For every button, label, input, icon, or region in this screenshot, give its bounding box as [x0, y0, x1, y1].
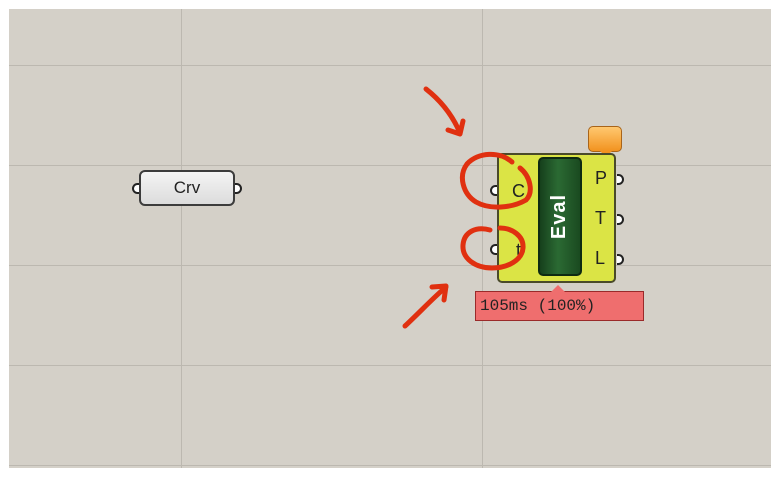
output-p-label[interactable]: P — [595, 168, 607, 189]
output-grip-t[interactable] — [617, 214, 624, 225]
input-grip-c[interactable] — [490, 185, 497, 196]
output-grip-l[interactable] — [617, 254, 624, 265]
eval-component-name: Eval — [548, 193, 571, 240]
output-grip-p[interactable] — [617, 174, 624, 185]
grid-line — [9, 365, 771, 366]
input-c-label[interactable]: C — [512, 181, 525, 202]
grid-line — [181, 9, 182, 468]
grid-line — [9, 65, 771, 66]
crv-param-label: Crv — [173, 178, 201, 197]
grid-line — [9, 465, 771, 466]
eval-component-center[interactable]: Eval — [538, 157, 582, 276]
crv-input-grip[interactable] — [132, 183, 139, 194]
evaluate-curve-component[interactable]: C t Eval P T L 105ms (100%) — [475, 118, 644, 321]
output-t-label[interactable]: T — [595, 208, 606, 229]
crv-param-body[interactable]: Crv — [139, 170, 235, 206]
profiler-timer-text: 105ms (100%) — [480, 297, 596, 315]
output-l-label[interactable]: L — [595, 248, 605, 269]
eval-component-body[interactable]: C t Eval P T L — [497, 153, 616, 283]
grid-line — [9, 265, 771, 266]
message-bubble-icon[interactable] — [588, 126, 622, 157]
input-t-label[interactable]: t — [516, 240, 521, 261]
profiler-timer-badge: 105ms (100%) — [475, 285, 644, 321]
grasshopper-canvas[interactable] — [9, 9, 771, 468]
crv-param-component[interactable]: Crv — [131, 170, 242, 208]
input-grip-t[interactable] — [490, 244, 497, 255]
grid-line — [9, 165, 771, 166]
